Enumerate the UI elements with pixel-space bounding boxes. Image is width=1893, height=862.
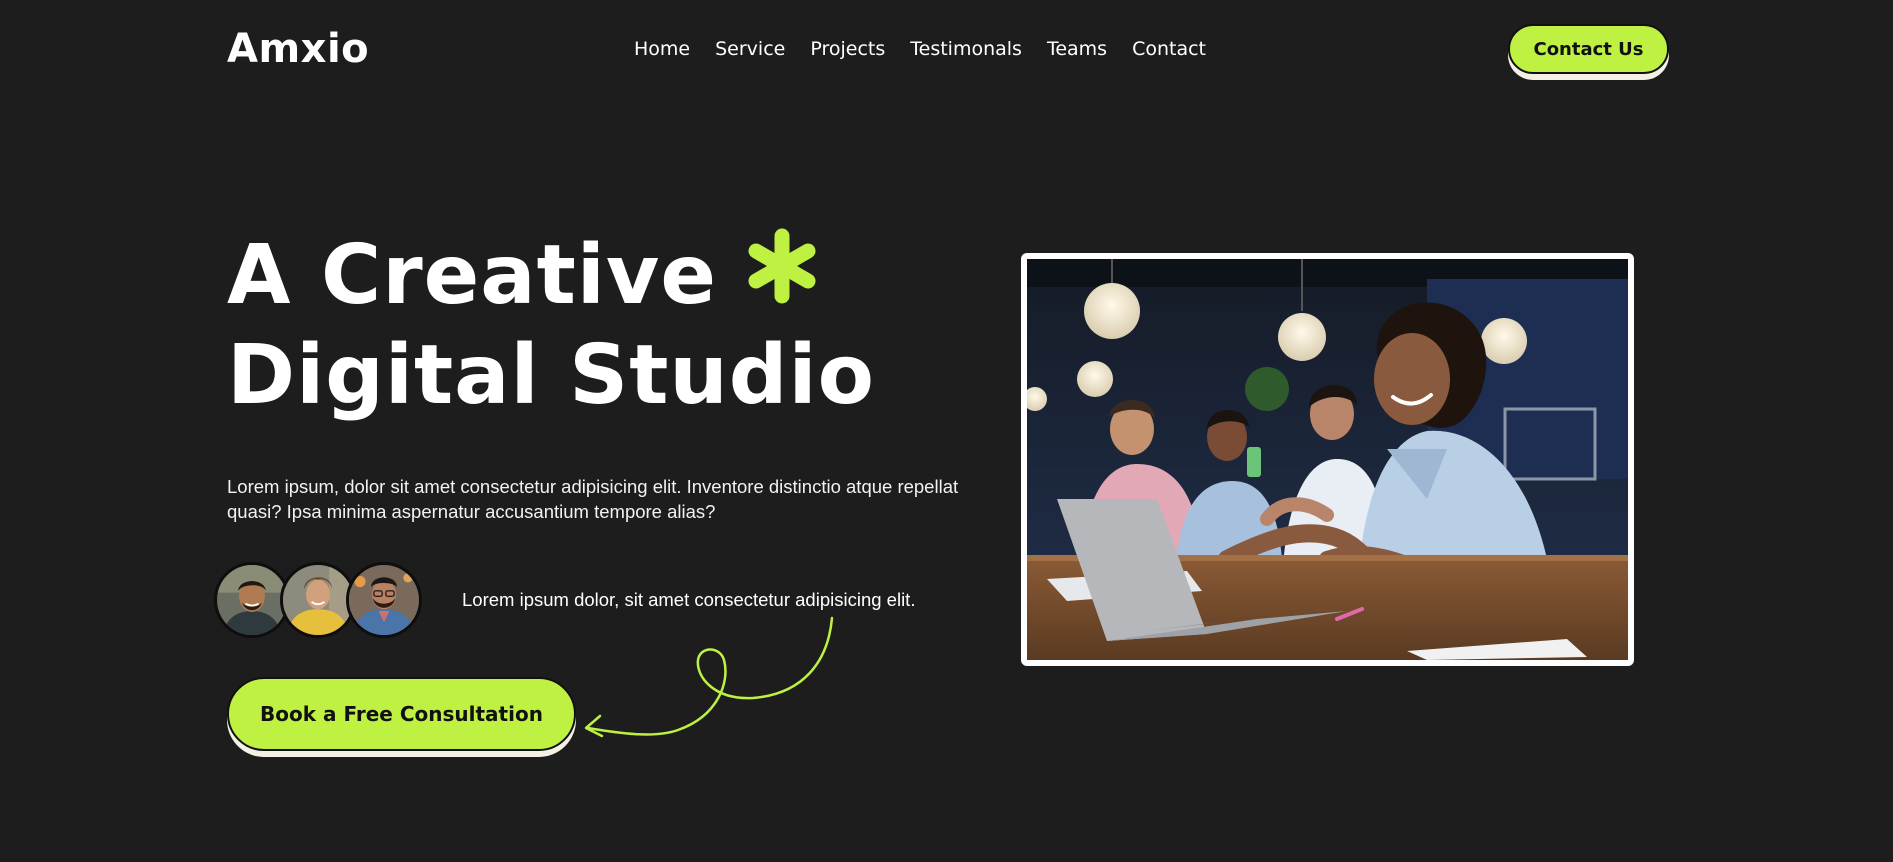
nav-testimonals[interactable]: Testimonals [910, 36, 1022, 62]
nav-teams[interactable]: Teams [1047, 36, 1107, 62]
nav-service[interactable]: Service [715, 36, 785, 62]
brand-logo[interactable]: Amxio [227, 24, 369, 74]
hero-title-line-2: Digital Studio [227, 328, 875, 423]
contact-us-button[interactable]: Contact Us [1508, 24, 1669, 74]
avatars-caption: Lorem ipsum dolor, sit amet consectetur … [462, 589, 916, 610]
hero-description: Lorem ipsum, dolor sit amet consectetur … [227, 476, 959, 522]
nav-contact[interactable]: Contact [1132, 36, 1206, 62]
nav-projects[interactable]: Projects [810, 36, 885, 62]
avatar-group [214, 562, 426, 640]
avatar-man-yellow-hoodie-icon [280, 562, 356, 638]
landing-page: Amxio Home Service Projects Testimonals … [0, 0, 1893, 862]
team-working-at-laptop-photo [1021, 253, 1634, 666]
nav-home[interactable]: Home [634, 36, 690, 62]
main-nav: Home Service Projects Testimonals Teams … [634, 36, 1206, 62]
curly-arrow-icon [584, 616, 834, 738]
avatar-man-beard-glasses-icon [346, 562, 422, 638]
asterisk-icon [748, 228, 816, 304]
book-consultation-button[interactable]: Book a Free Consultation [227, 677, 576, 751]
avatar-man-smiling-icon [214, 562, 290, 638]
